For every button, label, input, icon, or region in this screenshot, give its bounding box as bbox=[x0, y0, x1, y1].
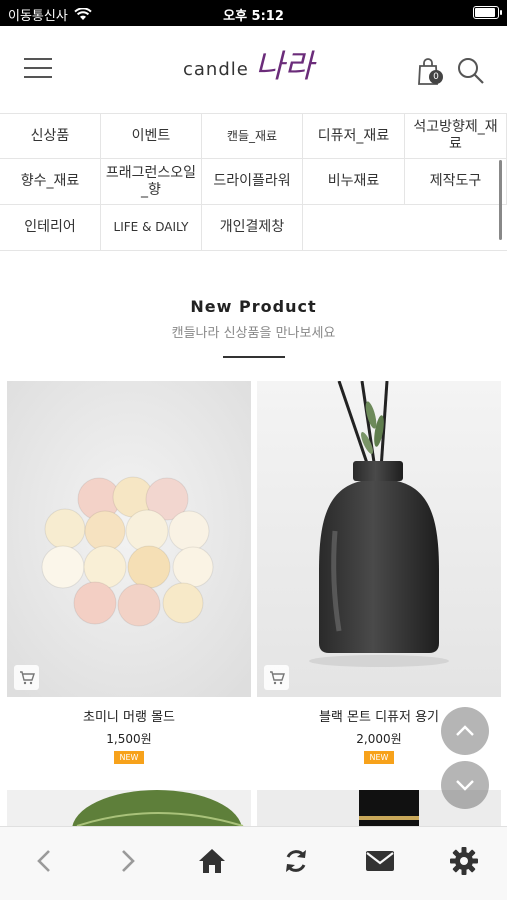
forward-arrow-icon[interactable] bbox=[110, 843, 146, 879]
home-icon[interactable] bbox=[194, 843, 230, 879]
chevron-up-icon[interactable] bbox=[441, 707, 489, 755]
category-plaster-material[interactable]: 석고방향제_재료 bbox=[405, 114, 507, 159]
category-interior[interactable]: 인테리어 bbox=[0, 205, 101, 251]
category-diffuser-material[interactable]: 디퓨저_재료 bbox=[303, 114, 405, 159]
category-fragrance-oil[interactable]: 프래그런스오일_향 bbox=[101, 159, 202, 205]
logo-latin-text: candle bbox=[183, 59, 249, 80]
product-card[interactable]: 블랙 몬트 디퓨저 용기 2,000원 NEW bbox=[257, 381, 501, 764]
section-title: New Product bbox=[190, 297, 317, 316]
status-time: 오후 5:12 bbox=[223, 9, 284, 24]
refresh-icon[interactable] bbox=[278, 843, 314, 879]
product-image-diffuser-bottle[interactable] bbox=[257, 381, 501, 697]
category-perfume-material[interactable]: 향수_재료 bbox=[0, 159, 101, 205]
category-personal-payment[interactable]: 개인결제창 bbox=[202, 205, 303, 251]
category-tools[interactable]: 제작도구 bbox=[405, 159, 507, 205]
category-dried-flower[interactable]: 드라이플라워 bbox=[202, 159, 303, 205]
bottom-navigation bbox=[0, 826, 507, 900]
status-bar: 이동통신사 오후 5:12 bbox=[0, 0, 507, 26]
product-image-leaf[interactable] bbox=[7, 790, 251, 826]
mail-icon[interactable] bbox=[362, 843, 398, 879]
add-to-cart-icon[interactable] bbox=[14, 665, 39, 690]
category-life-daily[interactable]: LIFE & DAILY bbox=[101, 205, 202, 251]
hamburger-menu-icon[interactable] bbox=[24, 58, 52, 80]
product-name[interactable]: 초미니 머랭 몰드 bbox=[7, 706, 251, 725]
logo-korean-text: 나라 bbox=[254, 47, 314, 85]
app-header: candle 나라 0 bbox=[0, 26, 507, 114]
shopping-bag-icon[interactable]: 0 bbox=[416, 56, 444, 86]
new-badge: NEW bbox=[114, 751, 144, 764]
gear-icon[interactable] bbox=[446, 843, 482, 879]
product-image-meringue-mold[interactable] bbox=[7, 381, 251, 697]
category-grid: 신상품 이벤트 캔들_재료 디퓨저_재료 석고방향제_재료 향수_재료 프래그런… bbox=[0, 114, 507, 251]
back-arrow-icon[interactable] bbox=[26, 843, 62, 879]
section-subtitle: 캔들나라 신상품을 만나보세요 bbox=[171, 326, 336, 341]
new-badge: NEW bbox=[364, 751, 394, 764]
product-price: 1,500원 bbox=[106, 732, 152, 746]
category-scrollbar[interactable] bbox=[499, 160, 502, 240]
cart-count-badge: 0 bbox=[429, 70, 443, 84]
search-icon[interactable] bbox=[456, 56, 486, 86]
category-new[interactable]: 신상품 bbox=[0, 114, 101, 159]
category-soap-material[interactable]: 비누재료 bbox=[303, 159, 405, 205]
category-candle-material[interactable]: 캔들_재료 bbox=[202, 114, 303, 159]
product-card[interactable]: 초미니 머랭 몰드 1,500원 NEW bbox=[7, 381, 251, 764]
section-divider bbox=[223, 356, 285, 358]
logo[interactable]: candle 나라 bbox=[183, 48, 314, 84]
battery-icon bbox=[473, 6, 502, 19]
chevron-down-icon[interactable] bbox=[441, 761, 489, 809]
category-empty-cell bbox=[303, 205, 507, 251]
add-to-cart-icon[interactable] bbox=[264, 665, 289, 690]
category-event[interactable]: 이벤트 bbox=[101, 114, 202, 159]
